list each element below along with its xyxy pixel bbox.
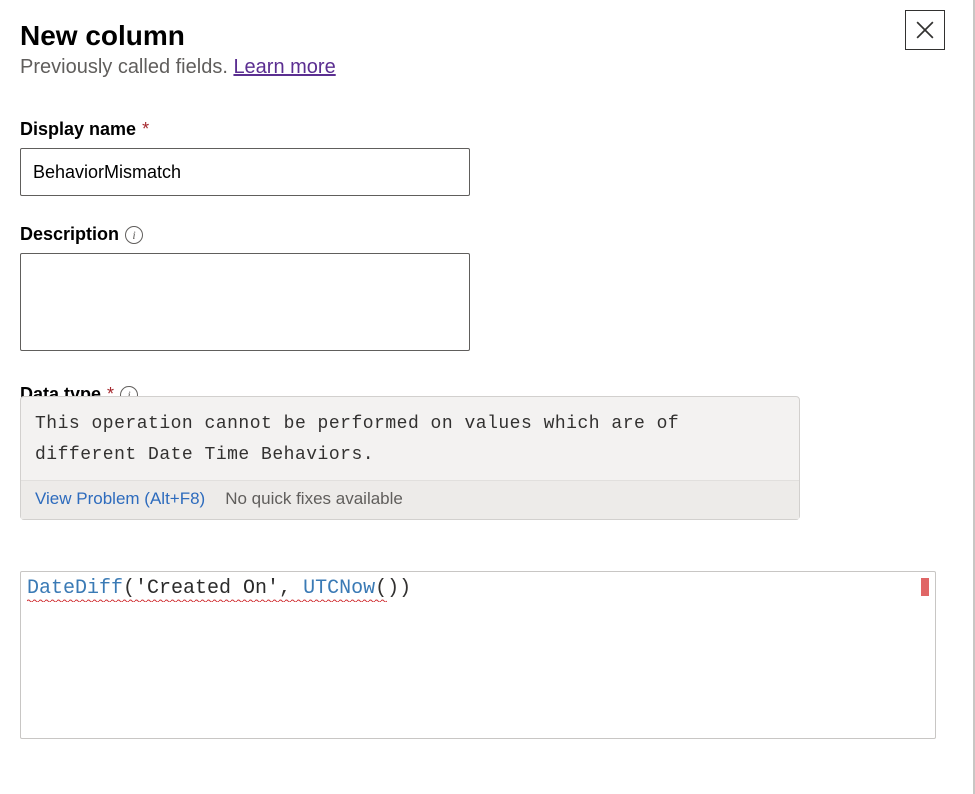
minimap-error-marker (921, 578, 929, 596)
close-icon (916, 21, 934, 39)
info-icon[interactable]: i (125, 226, 143, 244)
close-button[interactable] (905, 10, 945, 50)
no-quick-fix-text: No quick fixes available (225, 489, 403, 509)
token-arg-createdon: 'Created On' (135, 577, 279, 600)
token-fn-datediff: DateDiff (27, 577, 123, 600)
token-paren: ( (123, 577, 135, 600)
view-problem-link[interactable]: View Problem (Alt+F8) (35, 489, 205, 509)
display-name-label: Display name (20, 119, 136, 140)
page-title: New column (20, 20, 953, 52)
token-fn-utcnow: UTCNow (303, 577, 375, 600)
token-close: )) (387, 577, 411, 600)
formula-editor[interactable]: DateDiff('Created On', UTCNow()) (20, 571, 936, 739)
display-name-input[interactable] (20, 148, 470, 196)
token-paren: ( (375, 577, 387, 600)
problem-message: This operation cannot be performed on va… (21, 397, 799, 480)
description-input[interactable] (20, 253, 470, 351)
token-comma: , (279, 577, 303, 600)
learn-more-link[interactable]: Learn more (233, 56, 335, 78)
required-asterisk: * (142, 119, 149, 140)
subtitle-text: Previously called fields. (20, 56, 233, 78)
description-label: Description (20, 224, 119, 245)
page-subtitle: Previously called fields. Learn more (20, 56, 953, 79)
problem-tooltip: This operation cannot be performed on va… (20, 396, 800, 520)
